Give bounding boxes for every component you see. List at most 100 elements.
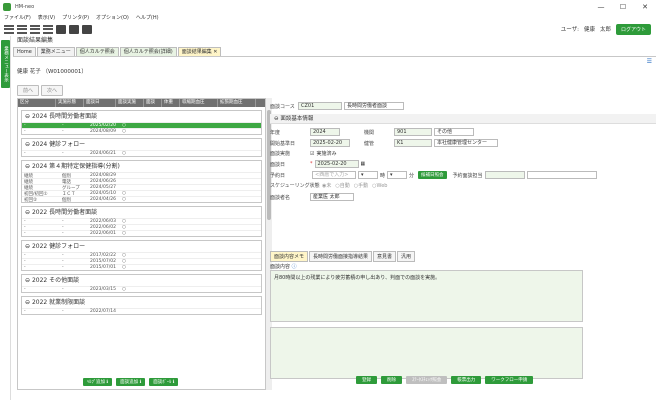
staff-row: 面談者名 産業医 太郎	[270, 193, 354, 201]
interview-list-panel: 区分 実施形態 面談日 面談実施 面談 体重 収縮期血圧 拡張期血圧 ⊖ 202…	[17, 98, 266, 390]
group-header[interactable]: ⊖ 2024 第４期特定保健指導(分割)	[22, 161, 261, 172]
date-input[interactable]: 2025-02-20	[314, 160, 359, 168]
done-checkbox[interactable]: ☑	[310, 151, 314, 157]
tab-opinion[interactable]: 意見書	[373, 251, 397, 262]
table-row[interactable]: - - 2015/07/01 ○	[22, 264, 261, 270]
cell-date: 2023/03/15	[90, 287, 116, 292]
year-input[interactable]: 2024	[310, 128, 340, 136]
workflow-request-button[interactable]: ワークフロー申請	[485, 376, 534, 384]
tab-business-menu[interactable]: 業務メニュー	[36, 47, 75, 56]
tab-interview-memo[interactable]: 面談内容メモ	[270, 251, 309, 262]
list-view-icon[interactable]	[4, 24, 14, 34]
tab-general[interactable]: 汎用	[397, 251, 416, 262]
app-logo-icon	[3, 2, 11, 11]
delete-button[interactable]: 削除	[381, 376, 402, 384]
lock-icon[interactable]	[69, 24, 79, 34]
table-view-icon[interactable]	[43, 24, 53, 34]
calendar-icon[interactable]: ▦	[361, 161, 366, 167]
menu-view[interactable]: 表示(V)	[38, 14, 55, 21]
cell-c1: -	[24, 287, 26, 292]
start-input[interactable]: 2025-02-20	[310, 139, 350, 147]
list-header: 区分 実施形態 面談日 面談実施 面談 体重 収縮期血圧 拡張期血圧	[18, 99, 265, 107]
reserve-label: 予約日	[270, 172, 286, 179]
cell-c1: -	[24, 259, 26, 264]
maximize-button[interactable]: ☐	[612, 0, 634, 13]
course-name-field: 長時間労働者面談	[344, 102, 404, 110]
plan-input[interactable]	[484, 171, 525, 179]
toolbar	[0, 22, 656, 36]
window-titlebar: HM-neo — ☐ ✕	[0, 0, 656, 13]
table-row[interactable]: - - 2022/06/01 ○	[22, 230, 261, 236]
group-header[interactable]: ⊖ 2022 就業制限面談	[22, 297, 261, 308]
report-output-button[interactable]: 帳票出力	[451, 376, 482, 384]
section-basic-info[interactable]: ⊖ 面談基本情報	[270, 114, 656, 124]
site-code-input[interactable]: K1	[394, 139, 432, 147]
minimize-button[interactable]: —	[590, 0, 612, 13]
status-check-button[interactable]: ｽﾃｰﾀｽﾁｪｯｸ照会	[406, 376, 448, 384]
detail-view-icon[interactable]	[30, 24, 40, 34]
tab-personal-chart-detail[interactable]: 個人カルテ照会(詳細)	[119, 47, 177, 56]
help-add-button[interactable]: ﾍﾙﾌﾟ追加 ℹ	[83, 378, 113, 386]
cell-c2: -	[62, 219, 64, 224]
cell-c1: 初回②	[24, 197, 38, 203]
header-mode: 実施形態	[56, 99, 84, 107]
layout-toggle-icon[interactable]: ☰	[647, 58, 652, 65]
table-row[interactable]: 初回② 個別 2024/04/26 ○	[22, 196, 261, 203]
menu-help[interactable]: ヘルプ(H)	[136, 14, 159, 21]
register-button[interactable]: 登録	[356, 376, 377, 384]
table-row[interactable]: - - 2022/07/14	[22, 308, 261, 314]
close-button[interactable]: ✕	[634, 0, 656, 13]
user-icon[interactable]	[82, 24, 92, 34]
list-action-buttons: ﾍﾙﾌﾟ追加 ℹ 面談追加 ℹ 面談ﾎﾞｰﾙ ℹ	[83, 378, 182, 386]
reserve-candidates-button[interactable]: 候補日照会	[418, 171, 447, 179]
table-row[interactable]: - - 2024/08/09 ○	[22, 128, 261, 134]
minute-select[interactable]: ▾	[387, 171, 408, 179]
group-header[interactable]: ⊖ 2022 長時間労働者面談	[22, 207, 261, 218]
tab-interview-edit[interactable]: 面談結果編集 ✕	[177, 47, 222, 56]
menu-options[interactable]: オプション(O)	[96, 14, 129, 21]
cell-c2: -	[62, 287, 64, 292]
tab-personal-chart[interactable]: 個人カルテ照会	[75, 47, 119, 56]
grid-view-icon[interactable]	[17, 24, 27, 34]
course-code-input[interactable]: CZ01	[298, 102, 342, 110]
table-row[interactable]: - - 2024/06/21 ○	[22, 150, 261, 156]
course-row: 面談コース CZ01 長時間労働者面談	[270, 102, 404, 110]
content-textarea[interactable]: 月80時間以上の残業により疲労蓄積の申し出あり、判面での面談を実施。	[270, 270, 583, 322]
cell-c2: -	[62, 129, 64, 134]
cell-c1: -	[24, 123, 26, 128]
interview-group: ⊖ 2024 健診フォロー - - 2024/06/21 ○	[21, 138, 262, 157]
interview-add-button[interactable]: 面談追加 ℹ	[116, 378, 146, 386]
interview-ball-button[interactable]: 面談ﾎﾞｰﾙ ℹ	[149, 378, 179, 386]
tab-home[interactable]: Home	[13, 47, 36, 56]
group-header[interactable]: ⊖ 2022 健診フォロー	[22, 241, 261, 252]
menu-file[interactable]: ファイル(F)	[4, 14, 31, 21]
group-header[interactable]: ⊖ 2024 健診フォロー	[22, 139, 261, 150]
table-row[interactable]: - - 2023/03/15 ○	[22, 286, 261, 292]
group-title: 2022 健診フォロー	[31, 243, 86, 250]
cell-date: 2024/05/27	[90, 185, 116, 190]
content-textarea-2[interactable]	[270, 327, 583, 379]
header-systolic: 収縮期血圧	[180, 99, 218, 107]
menu-printer[interactable]: プリンタ(P)	[62, 14, 89, 21]
header-weight: 体重	[162, 99, 180, 107]
org-code-input[interactable]: 901	[394, 128, 432, 136]
header-date: 面談日	[84, 99, 116, 107]
header-interview: 面談	[144, 99, 162, 107]
prev-button[interactable]: 前へ	[17, 85, 40, 96]
cell-mark: ○	[122, 231, 126, 236]
settings-icon[interactable]	[56, 24, 66, 34]
reserve-input[interactable]: <西暦で入力>	[312, 171, 356, 179]
cell-date: 2024/04/26	[90, 197, 116, 202]
next-button[interactable]: 次へ	[41, 85, 64, 96]
window-title: HM-neo	[15, 3, 35, 10]
business-menu-toggle[interactable]: 業務メニュー表示	[1, 40, 10, 88]
group-header[interactable]: ⊖ 2024 長時間労働者面談	[22, 111, 261, 122]
hour-select[interactable]: ▾	[358, 171, 378, 179]
cell-date: 2025/02/20	[90, 123, 116, 128]
group-header[interactable]: ⊖ 2022 その他面談	[22, 275, 261, 286]
tab-long-hours-result[interactable]: 長時間労働面接指導結果	[309, 251, 373, 262]
header-done: 面談実施	[116, 99, 144, 107]
cell-c2: -	[62, 225, 64, 230]
done-label: 面談実施	[270, 151, 291, 157]
logout-button[interactable]: ログアウト	[615, 23, 651, 35]
